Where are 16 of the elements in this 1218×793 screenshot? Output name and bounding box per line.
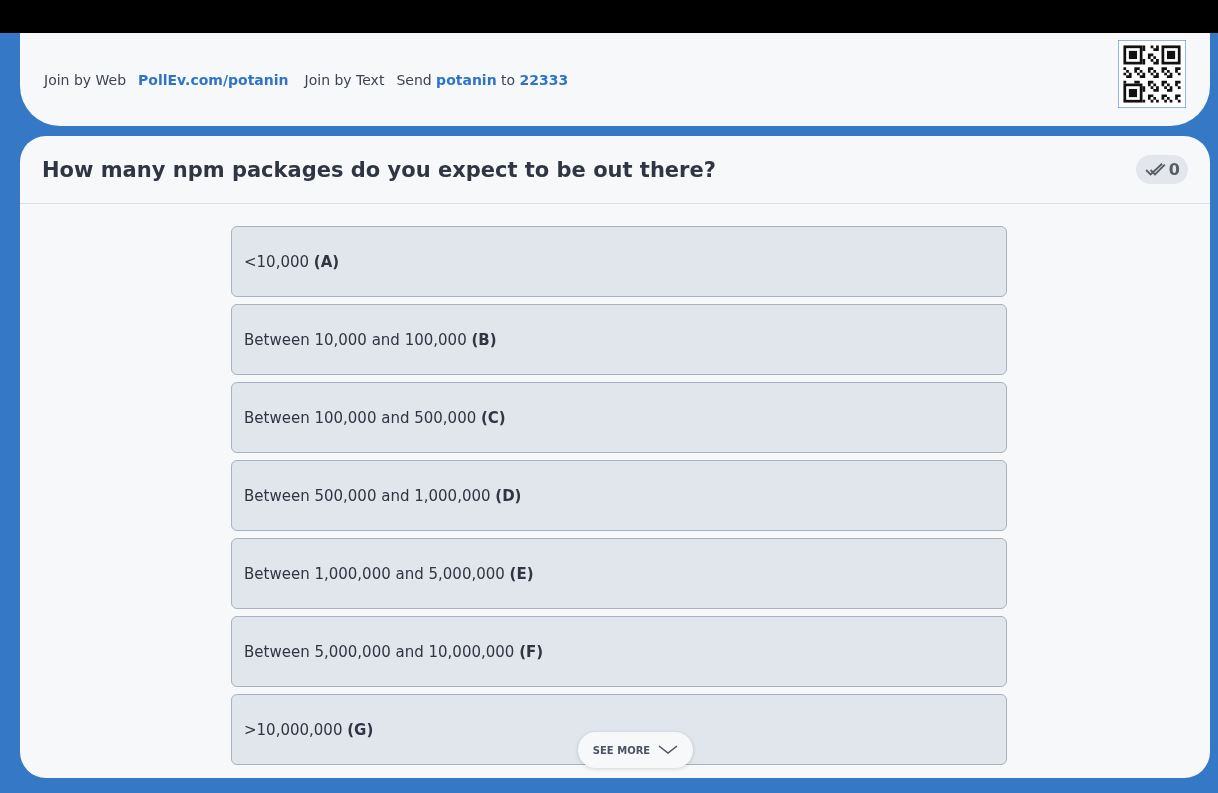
join-text-label: Join by Text [304, 71, 385, 88]
double-check-icon [1143, 161, 1166, 178]
answer-option[interactable]: <10,000 (A) [231, 226, 1007, 297]
answer-option[interactable]: Between 100,000 and 500,000 (C) [231, 382, 1007, 453]
join-web-label: Join by Web [44, 71, 127, 88]
answer-option[interactable]: Between 5,000,000 and 10,000,000 (F) [231, 616, 1007, 687]
answer-option[interactable]: Between 500,000 and 1,000,000 (D) [231, 460, 1007, 531]
chevron-down-icon [658, 745, 679, 755]
answer-option[interactable]: Between 10,000 and 100,000 (B) [231, 304, 1007, 375]
poll-link[interactable]: PollEv.com/potanin [138, 71, 289, 88]
response-count: 0 [1168, 160, 1180, 179]
send-instruction: Send potanin to 22333 [396, 71, 569, 88]
answer-option[interactable]: Between 1,000,000 and 5,000,000 (E) [231, 538, 1007, 609]
question-title: How many npm packages do you expect to be out there? [42, 157, 716, 182]
qr-code-icon [1118, 39, 1186, 108]
see-more-button[interactable]: SEE MORE [578, 732, 693, 768]
